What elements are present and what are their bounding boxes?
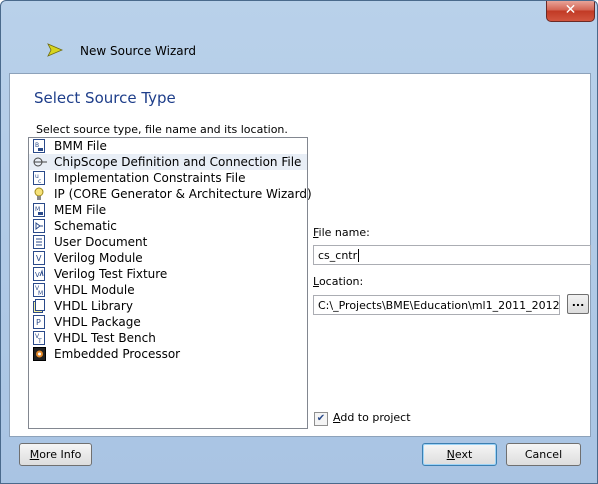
bmm-file-icon: B xyxy=(33,139,46,153)
vhdl-library-icon xyxy=(33,299,46,313)
add-to-project-label: Add to project xyxy=(333,411,411,424)
source-type-item[interactable]: IP (CORE Generator & Architecture Wizard… xyxy=(29,186,312,202)
source-type-item[interactable]: u c Implementation Constraints File xyxy=(29,170,307,186)
title-bar: New Source Wizard xyxy=(1,23,597,73)
source-type-label: VHDL Test Bench xyxy=(54,331,156,345)
wizard-arrow-icon xyxy=(47,43,63,57)
source-type-label: BMM File xyxy=(54,139,107,153)
embedded-processor-icon xyxy=(33,347,46,361)
location-label: Location: xyxy=(313,275,364,288)
source-type-item[interactable]: VHDL Library xyxy=(29,298,307,314)
vhdl-test-bench-icon: VT xyxy=(33,331,46,345)
source-type-label: Verilog Module xyxy=(54,251,143,265)
source-type-item[interactable]: User Document xyxy=(29,234,307,250)
source-type-label: Embedded Processor xyxy=(54,347,181,361)
source-type-item[interactable]: V Verilog Module xyxy=(29,250,307,266)
user-document-icon xyxy=(33,235,46,249)
source-type-item[interactable]: Embedded Processor xyxy=(29,346,307,362)
source-type-label: Verilog Test Fixture xyxy=(54,267,168,281)
source-type-item[interactable]: V M VHDL Module xyxy=(29,282,307,298)
svg-text:M: M xyxy=(38,290,43,297)
file-name-input[interactable]: cs_cntr xyxy=(313,245,591,265)
constraints-file-icon: uc xyxy=(33,171,46,185)
next-button[interactable]: Next xyxy=(422,443,497,466)
source-type-item[interactable]: ChipScope Definition and Connection File xyxy=(29,154,307,170)
mem-file-icon: M xyxy=(33,203,46,217)
location-input[interactable]: C:\_Projects\BME\Education\ml1_2011_2012… xyxy=(313,295,560,315)
svg-text:M: M xyxy=(35,206,40,213)
verilog-module-icon: V xyxy=(33,251,46,265)
source-type-item[interactable]: Schematic xyxy=(29,218,307,234)
close-button[interactable]: ✕ xyxy=(546,1,595,22)
source-type-list[interactable]: B BMM File ChipScope Definition and Connec… xyxy=(28,137,312,429)
source-type-label: MEM File xyxy=(54,203,107,217)
window-title: New Source Wizard xyxy=(80,44,196,58)
source-type-label: VHDL Package xyxy=(54,315,141,329)
svg-text:T: T xyxy=(37,338,42,345)
source-type-label: ChipScope Definition and Connection File xyxy=(54,155,302,169)
source-type-item[interactable]: V T VHDL Test Bench xyxy=(29,330,307,346)
source-type-label: Implementation Constraints File xyxy=(54,171,246,185)
source-type-label: Schematic xyxy=(54,219,117,233)
svg-text:B: B xyxy=(35,142,39,149)
source-type-item[interactable]: B BMM File xyxy=(29,138,307,154)
svg-text:V: V xyxy=(36,254,42,263)
vhdl-module-icon: VM xyxy=(33,283,46,297)
source-type-label: VHDL Library xyxy=(54,299,133,313)
svg-text:c: c xyxy=(38,178,41,185)
source-type-label: User Document xyxy=(54,235,148,249)
add-to-project-checkbox[interactable]: ✔ xyxy=(314,412,328,426)
page-heading: Select Source Type xyxy=(34,89,176,107)
more-info-button[interactable]: More Info xyxy=(19,443,92,466)
file-name-label: File name: xyxy=(313,226,370,239)
chipscope-icon xyxy=(33,155,47,169)
source-type-item[interactable]: P VHDL Package xyxy=(29,314,307,330)
source-type-item[interactable]: M MEM File xyxy=(29,202,307,218)
wizard-page: Select Source Type Select source type, f… xyxy=(9,73,591,437)
ip-core-icon xyxy=(33,187,46,201)
source-type-label: IP (CORE Generator & Architecture Wizard… xyxy=(54,187,312,201)
svg-text:P: P xyxy=(36,318,41,327)
instruction-text: Select source type, file name and its lo… xyxy=(36,123,288,136)
verilog-test-fixture-icon: V xyxy=(33,267,46,281)
schematic-icon xyxy=(33,219,46,233)
source-type-item[interactable]: V Verilog Test Fixture xyxy=(29,266,307,282)
wizard-window: ✕ New Source Wizard Select Source Type S… xyxy=(0,0,598,484)
source-type-label: VHDL Module xyxy=(54,283,135,297)
cancel-button[interactable]: Cancel xyxy=(506,443,581,466)
vhdl-package-icon: P xyxy=(33,315,46,329)
browse-button[interactable]: ... xyxy=(567,294,589,314)
svg-text:V: V xyxy=(35,271,40,279)
